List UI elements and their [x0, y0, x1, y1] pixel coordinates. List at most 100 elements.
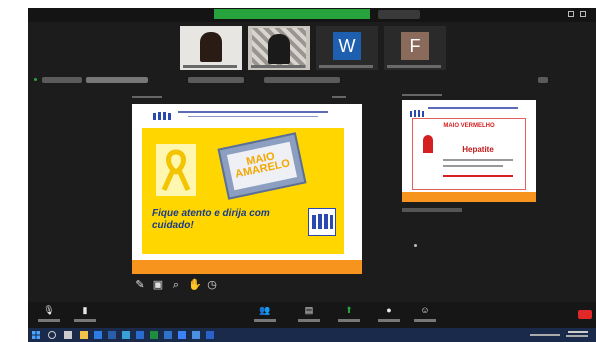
pen-icon[interactable]: ✎ — [134, 278, 146, 292]
taskbar-app-icon[interactable] — [136, 331, 144, 339]
system-tray[interactable] — [530, 331, 590, 339]
yellow-ribbon-icon — [161, 149, 191, 192]
chat-button[interactable]: ▤ — [294, 305, 324, 325]
slide-message: Fique atento e dirija com cuidado! — [152, 208, 270, 231]
avatar: W — [333, 32, 361, 60]
campaign-tag: MAIO AMARELO — [217, 132, 307, 200]
main-shared-slide: MAIO AMARELO Fique atento e dirija com c… — [132, 104, 362, 274]
participant-photo — [268, 34, 290, 64]
cursor-dot — [414, 244, 417, 247]
file-explorer-icon[interactable] — [80, 331, 88, 339]
share-toolbar-item[interactable] — [264, 77, 340, 83]
close-icon[interactable] — [580, 11, 586, 17]
tray-icons — [530, 334, 560, 336]
taskbar-app-icon[interactable] — [94, 331, 102, 339]
side-panel-label — [402, 94, 442, 96]
camera-icon: ▮ — [82, 305, 88, 315]
chat-icon: ▤ — [304, 305, 314, 315]
taskbar-app-icon[interactable] — [192, 331, 200, 339]
hand-icon[interactable]: ✋ — [188, 278, 202, 292]
side-slide-content: MAIO VERMELHO Hepatite — [412, 118, 526, 190]
participant-photo — [200, 32, 222, 62]
search-icon[interactable] — [48, 331, 56, 339]
avatar: F — [401, 32, 429, 60]
record-button[interactable]: ● — [374, 305, 404, 325]
recording-banner[interactable] — [214, 9, 370, 19]
org-logo-icon — [410, 110, 424, 117]
clock-icon[interactable]: ◷ — [206, 278, 218, 292]
control-label — [378, 319, 400, 322]
slide-header — [132, 104, 362, 126]
meeting-controls-bar: 🎙 ▮ 👥 ▤ ⬆ ● ☺ — [28, 302, 596, 328]
taskbar-app-icon[interactable] — [178, 331, 186, 339]
slide-header-bar — [132, 94, 362, 100]
view-options-button[interactable] — [378, 10, 420, 19]
reactions-icon: ☺ — [420, 305, 430, 315]
org-logo-icon — [153, 112, 171, 120]
participant-tile-1[interactable] — [180, 26, 242, 70]
windows-start-icon[interactable] — [32, 331, 40, 339]
status-dot-icon — [34, 78, 37, 81]
taskbar-app-icon[interactable] — [108, 331, 116, 339]
clock-date — [566, 335, 588, 337]
side-slide-header — [410, 104, 520, 117]
share-toolbar-item[interactable] — [42, 77, 82, 83]
participant-tile-4[interactable]: F — [384, 26, 446, 70]
meeting-window: W F MAIO AMARELO Fique atento e dirija c… — [28, 8, 596, 342]
annotation-toolbar: ✎ ▣ ⌕ ✋ ◷ — [134, 278, 234, 296]
share-toolbar — [28, 74, 596, 86]
slide-header-subtext — [188, 116, 318, 117]
side-slide-body-text — [443, 175, 513, 177]
participant-name — [183, 65, 237, 68]
share-screen-button[interactable]: ⬆ — [334, 305, 364, 325]
side-slide-keyword: Hepatite — [462, 145, 494, 154]
title-bar — [28, 8, 596, 22]
share-toolbar-item[interactable] — [538, 77, 548, 83]
participant-name — [387, 65, 441, 68]
side-slide-title: MAIO VERMELHO — [443, 123, 495, 129]
control-label — [254, 319, 276, 322]
campaign-tag-inner: MAIO AMARELO — [226, 141, 298, 191]
side-slide-header-text — [428, 107, 518, 109]
control-label — [338, 319, 360, 322]
campaign-tag-text: MAIO AMARELO — [234, 150, 292, 181]
control-label — [414, 319, 436, 322]
image-icon[interactable]: ▣ — [152, 278, 164, 292]
participant-tile-2[interactable] — [248, 26, 310, 70]
share-toolbar-item[interactable] — [188, 77, 244, 83]
red-ribbon-icon — [423, 135, 433, 153]
org-logo-icon — [308, 208, 336, 236]
clock-time — [568, 331, 588, 333]
control-label — [38, 319, 60, 322]
zoom-icon[interactable]: ⌕ — [170, 278, 182, 292]
participant-name — [319, 65, 373, 68]
task-view-icon[interactable] — [64, 331, 72, 339]
minimize-icon[interactable] — [568, 11, 574, 17]
slide-yellow-panel: MAIO AMARELO Fique atento e dirija com c… — [142, 128, 344, 254]
slide-header-text — [178, 111, 328, 113]
participant-video-strip: W F — [28, 22, 596, 74]
ribbon-panel — [156, 144, 196, 196]
mute-button[interactable]: 🎙 — [34, 305, 64, 325]
leave-meeting-button[interactable] — [578, 310, 592, 319]
participants-icon: 👥 — [259, 305, 271, 315]
side-slide-footer — [402, 192, 536, 202]
taskbar-app-icon[interactable] — [122, 331, 130, 339]
taskbar-app-icon[interactable] — [150, 331, 158, 339]
participant-name — [251, 65, 305, 68]
os-taskbar — [28, 328, 596, 342]
record-icon: ● — [386, 305, 392, 315]
participants-button[interactable]: 👥 — [250, 305, 280, 325]
participant-tile-3[interactable]: W — [316, 26, 378, 70]
reactions-button[interactable]: ☺ — [410, 305, 440, 325]
side-slide-body-text — [443, 159, 513, 161]
side-panel-caption — [402, 208, 462, 212]
taskbar-app-icon[interactable] — [206, 331, 214, 339]
side-slide-body-text — [443, 165, 503, 167]
taskbar-app-icon[interactable] — [164, 331, 172, 339]
control-label — [74, 319, 96, 322]
slide-footer-bar — [132, 260, 362, 274]
secondary-shared-slide[interactable]: MAIO VERMELHO Hepatite — [402, 100, 536, 202]
share-toolbar-item[interactable] — [86, 77, 148, 83]
video-button[interactable]: ▮ — [70, 305, 100, 325]
